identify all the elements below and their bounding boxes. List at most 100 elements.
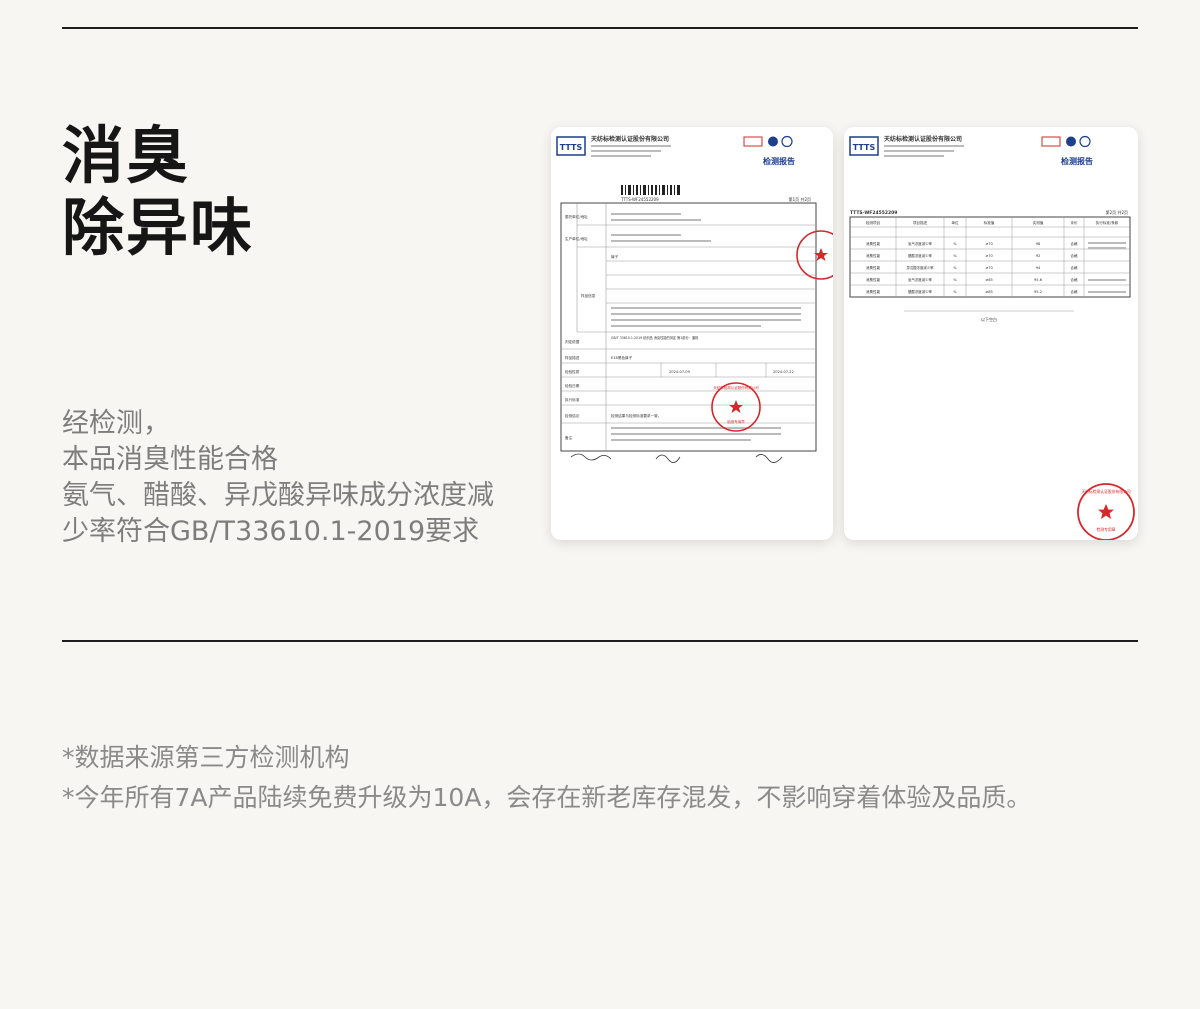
report-1-title: 检测报告	[763, 156, 795, 166]
ttts-logo-text: TTTS	[853, 143, 876, 152]
cnas-mark-icon	[781, 135, 793, 148]
svg-text:98: 98	[1036, 242, 1041, 246]
svg-text:醋酸浓度减少率: 醋酸浓度减少率	[908, 289, 932, 294]
svg-text:氨气浓度减少率: 氨气浓度减少率	[908, 277, 932, 282]
svg-text:%: %	[953, 278, 957, 282]
result-row: 消臭性能 异戊酸浓度减少率 % ≥70 94 合格	[866, 265, 1078, 270]
svg-text:%: %	[953, 254, 957, 258]
svg-text:消臭性能: 消臭性能	[866, 253, 881, 258]
svg-text:异戊酸浓度减少率: 异戊酸浓度减少率	[906, 265, 934, 270]
row-label-remarks: 备注	[565, 435, 573, 440]
report-1-number: TTTS-WF24552209	[620, 197, 659, 202]
ilac-mark-icon	[1066, 136, 1076, 147]
col-header-desc: 项目描述	[913, 220, 928, 225]
col-header-item: 检测项目	[866, 220, 880, 225]
ttts-logo-text: TTTS	[560, 143, 583, 152]
svg-text:合格: 合格	[1070, 241, 1078, 246]
ilac-mark-icon	[768, 136, 778, 147]
col-header-measured: 实测值	[1033, 220, 1044, 225]
svg-text:95.2: 95.2	[1034, 290, 1042, 294]
report-2-drawing: TTTS 天纺标检测认证股份有限公司 检测报告 TTTS-WF24552209 …	[849, 135, 1135, 540]
svg-text:合格: 合格	[1070, 253, 1078, 258]
svg-text:醋酸浓度减少率: 醋酸浓度减少率	[908, 253, 932, 258]
result-row: 消臭性能 氨气浓度减少率 % ≥70 98 合格	[866, 241, 1078, 246]
seal-1-text: 天纺标检测认证股份有限公司	[713, 385, 759, 390]
svg-text:消臭性能: 消臭性能	[866, 241, 881, 246]
svg-text:合格: 合格	[1070, 265, 1078, 270]
row-label-manufacturer: 生产单位/地址	[565, 236, 588, 241]
judgement-standard: GB/T 33610.1-2019 纺织品 消臭性能的测定 第1部分：通则	[611, 335, 698, 340]
col-header-clause: 执行标准/条款	[1096, 220, 1119, 225]
col-header-evaluation: 评价	[1070, 220, 1078, 225]
svg-text:消臭性能: 消臭性能	[866, 277, 881, 282]
svg-text:94: 94	[1036, 266, 1041, 270]
row-label-standard: 判定依据	[565, 339, 580, 344]
report-1-page: 第1页 共2页	[789, 196, 811, 202]
row-label-client: 委托单位/地址	[565, 214, 588, 219]
top-divider	[62, 27, 1138, 29]
footnote-source: *数据来源第三方检测机构	[62, 743, 350, 772]
svg-text:氨气浓度减少率: 氨气浓度减少率	[908, 241, 932, 246]
test-report-page-2: TTTS 天纺标检测认证股份有限公司 检测报告 TTTS-WF24552209 …	[844, 127, 1138, 540]
headline-line-2: 除异味	[62, 191, 255, 264]
test-report-page-1: TTTS 天纺标检测认证股份有限公司 检测报告 TTTS-WF24552209 …	[551, 127, 833, 540]
row-label-sample-desc: 样品描述	[565, 355, 580, 360]
result-row: 消臭性能 醋酸浓度减少率 % ≥85 95.2 合格	[866, 289, 1078, 294]
svg-text:≥85: ≥85	[985, 290, 993, 294]
svg-text:≥70: ≥70	[985, 254, 993, 258]
middle-divider	[62, 640, 1138, 642]
svg-text:消臭性能: 消臭性能	[866, 289, 881, 294]
row-label-exec-standard: 执行标准	[565, 397, 580, 402]
result-row: 消臭性能 氨气浓度减少率 % ≥85 95.6 合格	[866, 277, 1078, 282]
svg-text:消臭性能: 消臭性能	[866, 265, 881, 270]
svg-text:92: 92	[1036, 254, 1041, 258]
svg-text:95.6: 95.6	[1034, 278, 1043, 282]
svg-text:≥70: ≥70	[985, 266, 993, 270]
svg-text:%: %	[953, 242, 957, 246]
sample-received-date: 2024-07-09	[669, 370, 691, 374]
col-header-standard-value: 标准值	[984, 220, 995, 225]
svg-text:≥70: ≥70	[985, 242, 993, 246]
report-1-drawing: TTTS 天纺标检测认证股份有限公司 检测报告 TTTS-WF24552209 …	[556, 135, 833, 463]
description-line-1: 经检测，	[62, 408, 170, 439]
svg-text:合格: 合格	[1070, 289, 1078, 294]
row-label-test-date: 检验日期	[565, 383, 580, 388]
footnote-upgrade: *今年所有7A产品陆续免费升级为10A，会存在新老库存混发，不影响穿着体验及品质…	[62, 783, 1032, 812]
report-1-grid	[561, 224, 816, 424]
sample-name: 裤子	[611, 254, 619, 259]
signature-1-icon	[570, 453, 612, 461]
description-line-4: 少率符合GB/T33610.1-2019要求	[62, 516, 480, 547]
footnotes: *数据来源第三方检测机构 *今年所有7A产品陆续免费升级为10A，会存在新老库存…	[62, 738, 1031, 818]
report-2-title: 检测报告	[1061, 156, 1093, 166]
report-2-number: TTTS-WF24552209	[850, 210, 897, 216]
svg-text:合格: 合格	[1070, 277, 1078, 282]
seal-2-text: 天纺标检测认证股份有限公司	[1081, 489, 1131, 494]
cnas-mark-icon	[1079, 135, 1091, 148]
svg-text:≥85: ≥85	[985, 278, 993, 282]
seal-1-sub: 检测专用章	[727, 419, 745, 424]
row-label-sample-info: 样品信息	[581, 293, 596, 298]
test-description: 经检测， 本品消臭性能合格 氨气、醋酸、异戊酸异味成分浓度减 少率符合GB/T3…	[62, 406, 494, 550]
sample-description: E18黑色裤子	[611, 355, 633, 360]
headline-line-1: 消臭	[62, 119, 191, 192]
row-label-conclusion: 检测结论	[565, 413, 580, 418]
headline: 消臭 除异味	[62, 120, 254, 264]
svg-text:%: %	[953, 266, 957, 270]
col-header-unit: 单位	[951, 220, 959, 225]
result-row: 消臭性能 醋酸浓度减少率 % ≥70 92 合格	[866, 253, 1078, 258]
description-line-2: 本品消臭性能合格	[62, 444, 278, 475]
red-seal-icon	[796, 230, 833, 280]
svg-text:%: %	[953, 290, 957, 294]
barcode-icon	[621, 185, 680, 195]
report-issue-date: 2024-07-22	[773, 370, 794, 374]
report-1-company: 天纺标检测认证股份有限公司	[591, 135, 669, 143]
seal-2-sub: 检测专用章	[1097, 527, 1116, 532]
signature-2-icon	[655, 454, 681, 463]
report-2-company: 天纺标检测认证股份有限公司	[884, 135, 962, 143]
cma-mark-icon	[743, 136, 763, 147]
row-label-inspection-type: 检验性质	[565, 369, 580, 374]
signature-3-icon	[755, 454, 783, 463]
report-2-footer: 以下空白	[981, 316, 997, 322]
test-conclusion: 检测结果与检测标准要求一致。	[611, 413, 661, 418]
cma-mark-icon	[1041, 136, 1061, 147]
